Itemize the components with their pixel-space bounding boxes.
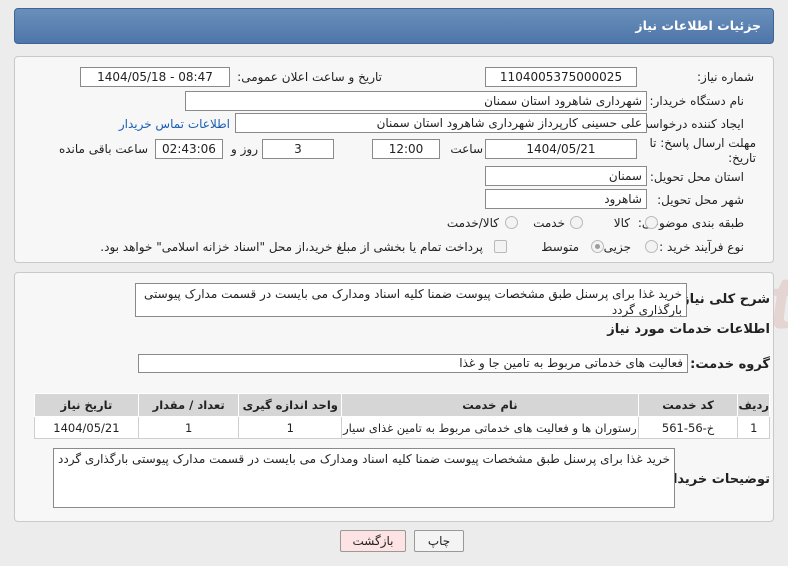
print-button[interactable]: چاپ bbox=[414, 530, 464, 552]
need-number-label: شماره نیاز: bbox=[697, 70, 754, 84]
cell-row-number: 1 bbox=[737, 416, 770, 439]
province-label: استان محل تحویل: bbox=[649, 170, 744, 184]
deadline-label: مهلت ارسال پاسخ: تا تاریخ: bbox=[649, 136, 756, 166]
announce-datetime-label: تاریخ و ساعت اعلان عمومی: bbox=[237, 70, 382, 84]
requester-label: ایجاد کننده درخواست: bbox=[633, 117, 744, 131]
buyer-notes-label: توضیحات خریدار: bbox=[660, 472, 770, 487]
services-section-title: اطلاعات خدمات مورد نیاز bbox=[607, 322, 770, 337]
category-radio-service[interactable] bbox=[570, 216, 583, 229]
process-label: نوع فرآیند خرید : bbox=[659, 240, 744, 254]
col-row-number: ردیف bbox=[737, 393, 770, 417]
deadline-label-line1: مهلت ارسال پاسخ: تا bbox=[649, 136, 756, 150]
announce-datetime-field[interactable]: 1404/05/18 - 08:47 bbox=[80, 67, 230, 87]
process-radio-minor[interactable] bbox=[645, 240, 658, 253]
category-radio-goods-service[interactable] bbox=[505, 216, 518, 229]
category-radio-goods[interactable] bbox=[645, 216, 658, 229]
buyer-org-field[interactable]: شهرداری شاهرود استان سمنان bbox=[185, 91, 647, 111]
deadline-date-field[interactable]: 1404/05/21 bbox=[485, 139, 637, 159]
treasury-payment-checkbox[interactable] bbox=[494, 240, 507, 253]
process-option-minor: جزیی bbox=[603, 240, 631, 254]
deadline-time-label: ساعت bbox=[450, 142, 483, 156]
col-quantity: تعداد / مقدار bbox=[137, 393, 240, 417]
remaining-time-label: ساعت باقی مانده bbox=[58, 142, 148, 156]
process-radio-medium[interactable] bbox=[591, 240, 604, 253]
treasury-payment-note: پرداخت تمام یا بخشی از مبلغ خرید،از محل … bbox=[100, 240, 483, 254]
table-row[interactable]: 1 خ-56-561 رستوران ها و فعالیت های خدمات… bbox=[34, 416, 770, 439]
buyer-notes-textarea[interactable]: خرید غذا برای پرسنل طبق مشخصات پیوست ضمن… bbox=[53, 448, 675, 508]
cell-unit: 1 bbox=[238, 416, 343, 439]
category-option-service: خدمت bbox=[533, 216, 565, 230]
city-field[interactable]: شاهرود bbox=[485, 189, 647, 209]
services-table: ردیف کد خدمت نام خدمت واحد اندازه گیری ت… bbox=[34, 393, 770, 439]
remaining-days-field[interactable]: 3 bbox=[262, 139, 334, 159]
category-option-goods-service: کالا/خدمت bbox=[446, 216, 499, 230]
page-title: جزئیات اطلاعات نیاز bbox=[635, 18, 761, 33]
services-table-header: ردیف کد خدمت نام خدمت واحد اندازه گیری ت… bbox=[34, 393, 770, 417]
cell-service-code: خ-56-561 bbox=[637, 416, 739, 439]
category-option-goods: کالا bbox=[613, 216, 630, 230]
days-label: روز و bbox=[231, 142, 258, 156]
city-label: شهر محل تحویل: bbox=[657, 193, 744, 207]
col-unit: واحد اندازه گیری bbox=[238, 393, 343, 417]
summary-label: شرح کلی نیاز: bbox=[676, 292, 770, 307]
buyer-contact-link[interactable]: اطلاعات تماس خریدار bbox=[119, 117, 230, 131]
back-button[interactable]: بازگشت bbox=[340, 530, 406, 552]
deadline-time-field[interactable]: 12:00 bbox=[372, 139, 440, 159]
need-number-field[interactable]: 1104005375000025 bbox=[485, 67, 637, 87]
buyer-org-label: نام دستگاه خریدار: bbox=[649, 94, 745, 108]
process-option-medium: متوسط bbox=[541, 240, 579, 254]
col-need-date: تاریخ نیاز bbox=[34, 393, 139, 417]
col-service-code: کد خدمت bbox=[637, 393, 739, 417]
cell-quantity: 1 bbox=[137, 416, 240, 439]
cell-need-date: 1404/05/21 bbox=[34, 416, 139, 439]
remaining-time-field[interactable]: 02:43:06 bbox=[155, 139, 223, 159]
page-header: جزئیات اطلاعات نیاز bbox=[14, 8, 774, 44]
cell-service-name: رستوران ها و فعالیت های خدماتی مربوط به … bbox=[341, 416, 639, 439]
province-field[interactable]: سمنان bbox=[485, 166, 647, 186]
service-group-label: گروه خدمت: bbox=[690, 357, 770, 372]
col-service-name: نام خدمت bbox=[341, 393, 639, 417]
requester-field[interactable]: علی حسینی کارپرداز شهرداری شاهرود استان … bbox=[235, 113, 647, 133]
service-group-field[interactable]: فعالیت های خدماتی مربوط به تامین جا و غذ… bbox=[138, 354, 688, 373]
summary-textarea[interactable]: خرید غذا برای پرسنل طبق مشخصات پیوست ضمن… bbox=[135, 283, 687, 317]
deadline-label-line2: تاریخ: bbox=[728, 151, 756, 165]
